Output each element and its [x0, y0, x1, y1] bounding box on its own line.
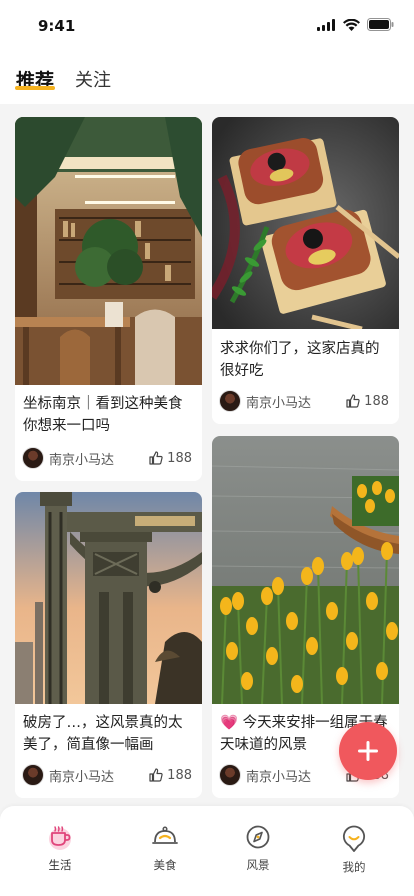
cafe-bookshelf-photo — [15, 117, 202, 385]
avatar[interactable] — [219, 764, 241, 786]
compass-icon — [246, 825, 270, 849]
nav-label-food: 美食 — [153, 858, 177, 872]
author-name[interactable]: 南京小马达 — [49, 766, 149, 785]
plus-icon — [358, 741, 378, 761]
wifi-icon — [343, 18, 360, 31]
status-time: 9:41 — [38, 17, 76, 35]
heart-emoji: 💗 — [220, 715, 239, 731]
feed-card[interactable]: 破房了…，这风景真的太美了，简直像一幅画 南京小马达 188 — [15, 492, 202, 798]
tulips-lake-photo — [212, 436, 399, 704]
card-title: 坐标南京｜看到这种美食你想来一口吗 — [23, 396, 183, 434]
feed[interactable]: 坐标南京｜看到这种美食你想来一口吗 南京小马达 188 求求你们了，这家店真的很… — [0, 104, 414, 806]
like-count: 188 — [167, 767, 192, 783]
status-icons — [317, 18, 394, 31]
avatar[interactable] — [219, 390, 241, 412]
bridge-sunset-photo — [15, 492, 202, 704]
nav-label-life: 生活 — [48, 858, 72, 872]
card-title: 破房了…，这风景真的太美了，简直像一幅画 — [23, 715, 183, 753]
nav-item-food[interactable]: 美食 — [135, 824, 195, 873]
profile-icon — [343, 825, 365, 852]
avatar[interactable] — [22, 447, 44, 469]
author-name[interactable]: 南京小马达 — [49, 449, 149, 468]
status-bar: 9:41 — [0, 0, 414, 52]
card-author-row: 南京小马达 188 — [22, 445, 192, 471]
toast-dish-photo — [212, 117, 399, 329]
card-title: 求求你们了，这家店真的很好吃 — [220, 341, 380, 379]
thumbs-up-icon[interactable] — [346, 394, 360, 408]
battery-icon — [367, 18, 394, 31]
nav-label-profile: 我的 — [342, 860, 366, 874]
add-post-button[interactable] — [339, 722, 397, 780]
coffee-cup-icon — [49, 826, 71, 850]
nav-item-profile[interactable]: 我的 — [324, 824, 384, 875]
active-tab-indicator — [15, 86, 55, 90]
card-author-row: 南京小马达 188 — [219, 388, 389, 414]
thumbs-up-icon[interactable] — [149, 768, 163, 782]
nav-label-scenery: 风景 — [246, 858, 270, 872]
card-author-row: 南京小马达 188 — [22, 762, 192, 788]
author-name[interactable]: 南京小马达 — [246, 392, 346, 411]
tab-follow[interactable]: 关注 — [75, 66, 111, 92]
like-count: 188 — [167, 450, 192, 466]
bottom-nav: 生活 美食 风景 我的 — [0, 806, 414, 896]
thumbs-up-icon[interactable] — [149, 451, 163, 465]
like-count: 188 — [364, 393, 389, 409]
feed-card[interactable]: 坐标南京｜看到这种美食你想来一口吗 南京小马达 188 — [15, 117, 202, 481]
nav-item-scenery[interactable]: 风景 — [228, 824, 288, 873]
avatar[interactable] — [22, 764, 44, 786]
feed-card[interactable]: 求求你们了，这家店真的很好吃 南京小马达 188 — [212, 117, 399, 424]
author-name[interactable]: 南京小马达 — [246, 766, 346, 785]
top-tab-bar: 推荐 关注 — [0, 52, 414, 104]
nav-item-life[interactable]: 生活 — [30, 824, 90, 873]
cellular-signal-icon — [317, 18, 335, 31]
food-cloche-icon — [152, 826, 178, 844]
